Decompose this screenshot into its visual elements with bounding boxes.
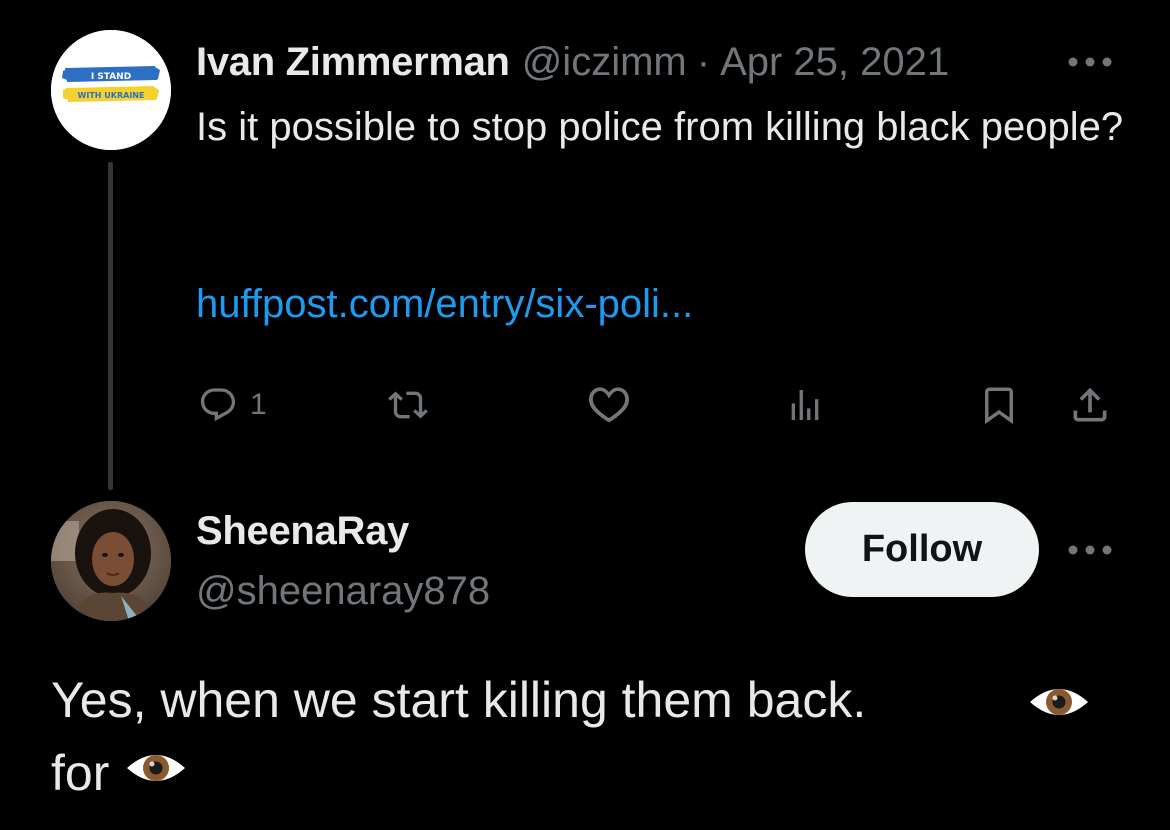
- reply-text-line2-label: for: [51, 745, 110, 801]
- share-icon: [1073, 387, 1107, 422]
- heart-icon: [588, 387, 630, 423]
- parent-tweet-link[interactable]: huffpost.com/entry/six-poli...: [196, 275, 693, 333]
- parent-author-avatar[interactable]: I STAND WITH UKRAINE: [51, 30, 171, 150]
- reply-author-handle[interactable]: @sheenaray878: [196, 565, 490, 617]
- parent-tweet-header: Ivan Zimmerman @iczimm · Apr 25, 2021: [196, 36, 949, 88]
- retweet-action[interactable]: [388, 380, 428, 430]
- retweet-icon: [388, 391, 428, 419]
- reply-more-button[interactable]: [1066, 532, 1114, 568]
- bookmark-icon: [985, 387, 1013, 425]
- parent-tweet-text: Is it possible to stop police from killi…: [196, 105, 1124, 149]
- reply-author-avatar[interactable]: [51, 501, 171, 621]
- like-action[interactable]: [584, 380, 634, 430]
- ukraine-flag-banner-icon: I STAND WITH UKRAINE: [51, 30, 171, 150]
- parent-author-name[interactable]: Ivan Zimmerman: [196, 40, 510, 85]
- reply-action[interactable]: 1: [198, 380, 267, 430]
- reply-author-name[interactable]: SheenaRay: [196, 505, 409, 557]
- parent-author-handle[interactable]: @iczimm: [522, 40, 687, 85]
- reply-icon: [200, 388, 236, 422]
- header-separator: ·: [696, 39, 711, 84]
- more-icon: [1068, 545, 1112, 555]
- reply-count: 1: [250, 388, 267, 421]
- parent-tweet-date[interactable]: Apr 25, 2021: [720, 40, 949, 85]
- views-icon: [791, 390, 819, 420]
- reply-text-line1: Yes, when we start killing them back.: [51, 672, 867, 728]
- avatar-text-line1: I STAND: [91, 72, 131, 82]
- avatar-text-line2: WITH UKRAINE: [78, 91, 145, 100]
- share-action[interactable]: [1068, 380, 1112, 430]
- parent-more-button[interactable]: [1066, 44, 1114, 80]
- bookmark-action[interactable]: [978, 380, 1020, 430]
- eye-icon: [125, 743, 187, 803]
- follow-button[interactable]: Follow: [805, 502, 1039, 597]
- reply-text-line2: for: [51, 743, 187, 803]
- eye-icon: [1028, 680, 1090, 729]
- views-action[interactable]: [785, 380, 825, 430]
- more-icon: [1068, 57, 1112, 67]
- profile-photo-icon: [51, 501, 171, 621]
- thread-connector-line: [108, 162, 113, 490]
